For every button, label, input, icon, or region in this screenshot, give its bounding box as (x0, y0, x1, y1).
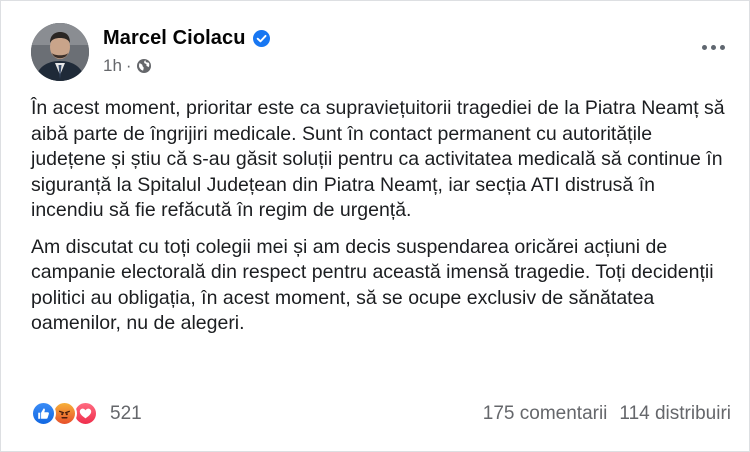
reaction-count: 521 (110, 402, 142, 424)
comments-count-link[interactable]: 175 comentarii (483, 403, 608, 425)
post-meta: 1h · (103, 56, 270, 76)
globe-icon[interactable] (136, 58, 152, 74)
author-block: Marcel Ciolacu 1h · (103, 26, 270, 76)
post-body: În acest moment, prioritar este ca supra… (31, 96, 731, 337)
profile-photo (31, 23, 89, 81)
author-avatar[interactable] (31, 23, 89, 81)
author-name[interactable]: Marcel Ciolacu (103, 27, 246, 50)
author-row: Marcel Ciolacu (103, 26, 270, 50)
post-footer: 521 175 comentarii 114 distribuiri (31, 399, 731, 429)
post-paragraph-1: În acest moment, prioritar este ca supra… (31, 97, 725, 221)
more-options-icon[interactable] (695, 29, 731, 65)
reactions-summary[interactable]: 521 (31, 401, 142, 426)
facebook-post-card: Marcel Ciolacu 1h · În acest moment, pri… (0, 0, 750, 452)
verified-badge-icon (252, 29, 270, 47)
post-paragraph-2: Am discutat cu toți colegii mei și am de… (31, 235, 714, 335)
meta-separator: · (125, 56, 132, 75)
post-time[interactable]: 1h (103, 56, 122, 76)
engagement-counts: 175 comentarii 114 distribuiri (483, 401, 731, 427)
like-icon (31, 401, 56, 426)
shares-count-link[interactable]: 114 distribuiri (619, 403, 731, 425)
post-header: Marcel Ciolacu 1h · (31, 23, 731, 85)
